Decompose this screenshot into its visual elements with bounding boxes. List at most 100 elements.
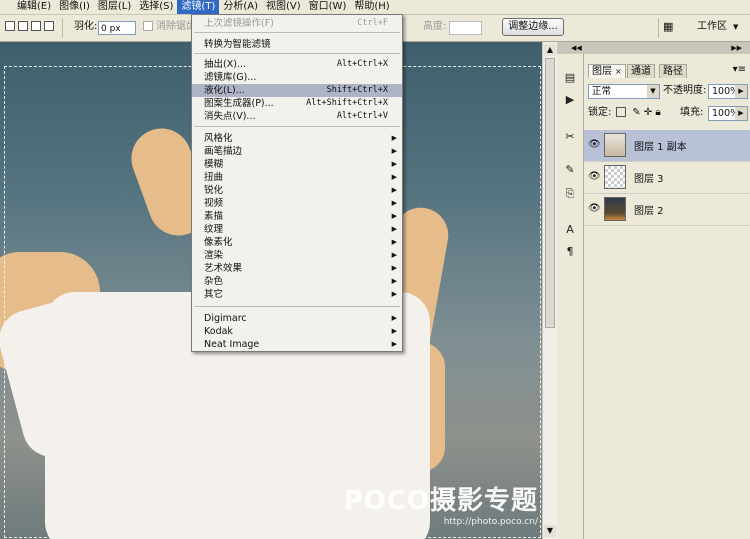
visibility-eye-icon[interactable]: 👁︎ [588, 171, 601, 182]
canvas-vertical-scrollbar[interactable]: ▲ ▼ [542, 42, 557, 539]
menu-item-last-filter[interactable]: 上次滤镜操作(F) Ctrl+F [192, 17, 402, 30]
menu-item-pattern-maker[interactable]: 图案生成器(P)... Alt+Shift+Ctrl+X [192, 97, 402, 110]
layer-name: 图层 3 [634, 174, 664, 185]
actions-icon[interactable]: ▶ [561, 92, 579, 108]
menu-item-other[interactable]: 其它 ▶ [192, 288, 402, 301]
filter-menu: 上次滤镜操作(F) Ctrl+F 转换为智能滤镜 抽出(X)... Alt+Ctrl… [191, 14, 403, 352]
visibility-eye-icon[interactable]: 👁︎ [588, 203, 601, 214]
scroll-down-arrow-icon[interactable]: ▼ [544, 525, 556, 537]
panel-icon-strip: ▤ ▶ ✂ ✎ ⎘ A ¶ [557, 54, 584, 539]
subtract-selection-icon[interactable] [31, 21, 41, 31]
menu-item-texture[interactable]: 纹理 ▶ [192, 223, 402, 236]
submenu-arrow-icon: ▶ [391, 173, 397, 181]
submenu-arrow-icon: ▶ [391, 340, 397, 348]
chevron-right-icon[interactable]: ▶ [735, 85, 747, 98]
opacity-input[interactable]: 100% ▶ [708, 84, 748, 99]
menu-window[interactable]: 窗口(W) [305, 0, 351, 14]
tab-paths[interactable]: 路径 [659, 64, 687, 78]
close-icon[interactable]: × [615, 67, 622, 76]
height-input[interactable] [449, 21, 482, 35]
antialias-checkbox[interactable] [143, 21, 153, 31]
toolbar-separator [62, 18, 63, 38]
collapse-arrows-icon[interactable]: ◀◀ [571, 42, 582, 54]
visibility-eye-icon[interactable]: 👁︎ [588, 139, 601, 150]
lock-brush-icon[interactable]: ✎ [632, 107, 640, 118]
chevron-right-icon[interactable]: ▶ [735, 107, 747, 120]
tool-presets-icon[interactable]: ✂ [561, 129, 579, 145]
history-icon[interactable]: ▤ [561, 70, 579, 86]
toolbar-separator [658, 18, 659, 38]
workspace-label[interactable]: 工作区 [697, 19, 727, 35]
poco-watermark: POCO摄影专题 http://photo.poco.cn/ [344, 480, 538, 527]
menu-item-sharpen[interactable]: 锐化 ▶ [192, 184, 402, 197]
menu-image[interactable]: 图像(I) [55, 0, 94, 14]
menu-item-render[interactable]: 渲染 ▶ [192, 249, 402, 262]
refine-edge-button[interactable]: 调整边缘... [502, 18, 564, 36]
fill-input[interactable]: 100% ▶ [708, 106, 748, 121]
menu-item-sketch[interactable]: 素描 ▶ [192, 210, 402, 223]
menu-item-artistic[interactable]: 艺术效果 ▶ [192, 262, 402, 275]
menu-item-noise[interactable]: 杂色 ▶ [192, 275, 402, 288]
layer-row[interactable]: 👁︎ 图层 1 副本 [584, 130, 750, 162]
menu-item-brush-strokes[interactable]: 画笔描边 ▶ [192, 145, 402, 158]
menu-item-video[interactable]: 视频 ▶ [192, 197, 402, 210]
menu-view[interactable]: 视图(V) [262, 0, 305, 14]
submenu-arrow-icon: ▶ [391, 277, 397, 285]
layer-row[interactable]: 👁︎ 图层 2 [584, 194, 750, 226]
paragraph-icon[interactable]: ¶ [561, 244, 579, 260]
menu-help[interactable]: 帮助(H) [350, 0, 393, 14]
lock-all-icon[interactable]: 🔒︎ [655, 107, 660, 118]
workspace-dropdown-icon[interactable]: ▼ [733, 19, 738, 35]
workspace-icon[interactable]: ▦ [663, 19, 673, 35]
menu-item-vanishing-point[interactable]: 消失点(V)... Alt+Ctrl+V [192, 110, 402, 123]
expand-arrows-icon[interactable]: ▶▶ [731, 42, 742, 54]
menu-filter[interactable]: 滤镜(T) [177, 0, 220, 14]
lock-label: 锁定: [588, 107, 612, 118]
menu-separator [194, 126, 400, 127]
panel-collapse-bar[interactable]: ◀◀ ▶▶ [557, 42, 750, 54]
intersect-selection-icon[interactable] [44, 21, 54, 31]
tab-channels[interactable]: 通道 [627, 64, 655, 78]
character-icon[interactable]: A [561, 222, 579, 238]
scroll-up-arrow-icon[interactable]: ▲ [544, 44, 556, 56]
menu-item-neat-image[interactable]: Neat Image ▶ [192, 338, 402, 351]
feather-input[interactable]: 0 px [98, 21, 136, 35]
submenu-arrow-icon: ▶ [391, 251, 397, 259]
height-label: 高度: [423, 21, 447, 32]
layer-row[interactable]: 👁︎ 图层 3 [584, 162, 750, 194]
layer-thumbnail [604, 133, 626, 157]
brushes-icon[interactable]: ✎ [561, 162, 579, 178]
panel-menu-icon[interactable]: ▾≡ [733, 64, 746, 75]
menu-item-digimarc[interactable]: Digimarc ▶ [192, 312, 402, 325]
submenu-arrow-icon: ▶ [391, 212, 397, 220]
submenu-arrow-icon: ▶ [391, 186, 397, 194]
submenu-arrow-icon: ▶ [391, 327, 397, 335]
scroll-thumb[interactable] [545, 58, 555, 328]
menu-item-convert-smart-filter[interactable]: 转换为智能滤镜 [192, 38, 402, 51]
layer-thumbnail [604, 197, 626, 221]
menu-layer[interactable]: 图层(L) [94, 0, 135, 14]
lock-icons: ✎ ✛ 🔒︎ [612, 106, 661, 120]
add-selection-icon[interactable] [18, 21, 28, 31]
clone-source-icon[interactable]: ⎘ [561, 186, 579, 202]
lock-move-icon[interactable]: ✛ [644, 107, 652, 118]
menu-item-pixelate[interactable]: 像素化 ▶ [192, 236, 402, 249]
chevron-down-icon: ▼ [647, 85, 659, 98]
menu-select[interactable]: 选择(S) [135, 0, 177, 14]
menu-edit[interactable]: 编辑(E) [13, 0, 55, 14]
feather-label: 羽化: [74, 21, 98, 32]
menu-item-filter-gallery[interactable]: 滤镜库(G)... [192, 71, 402, 84]
menu-item-liquify[interactable]: 液化(L)... Shift+Ctrl+X [192, 84, 402, 97]
menu-item-blur[interactable]: 模糊 ▶ [192, 158, 402, 171]
blend-mode-select[interactable]: 正常 ▼ [588, 84, 660, 99]
submenu-arrow-icon: ▶ [391, 264, 397, 272]
new-selection-icon[interactable] [5, 21, 15, 31]
menu-item-kodak[interactable]: Kodak ▶ [192, 325, 402, 338]
menu-item-extract[interactable]: 抽出(X)... Alt+Ctrl+X [192, 58, 402, 71]
menu-item-distort[interactable]: 扭曲 ▶ [192, 171, 402, 184]
submenu-arrow-icon: ▶ [391, 290, 397, 298]
lock-transparent-icon[interactable] [616, 107, 626, 117]
menu-item-stylize[interactable]: 风格化 ▶ [192, 132, 402, 145]
tab-layers[interactable]: 图层 × [588, 64, 626, 78]
menu-analysis[interactable]: 分析(A) [219, 0, 262, 14]
